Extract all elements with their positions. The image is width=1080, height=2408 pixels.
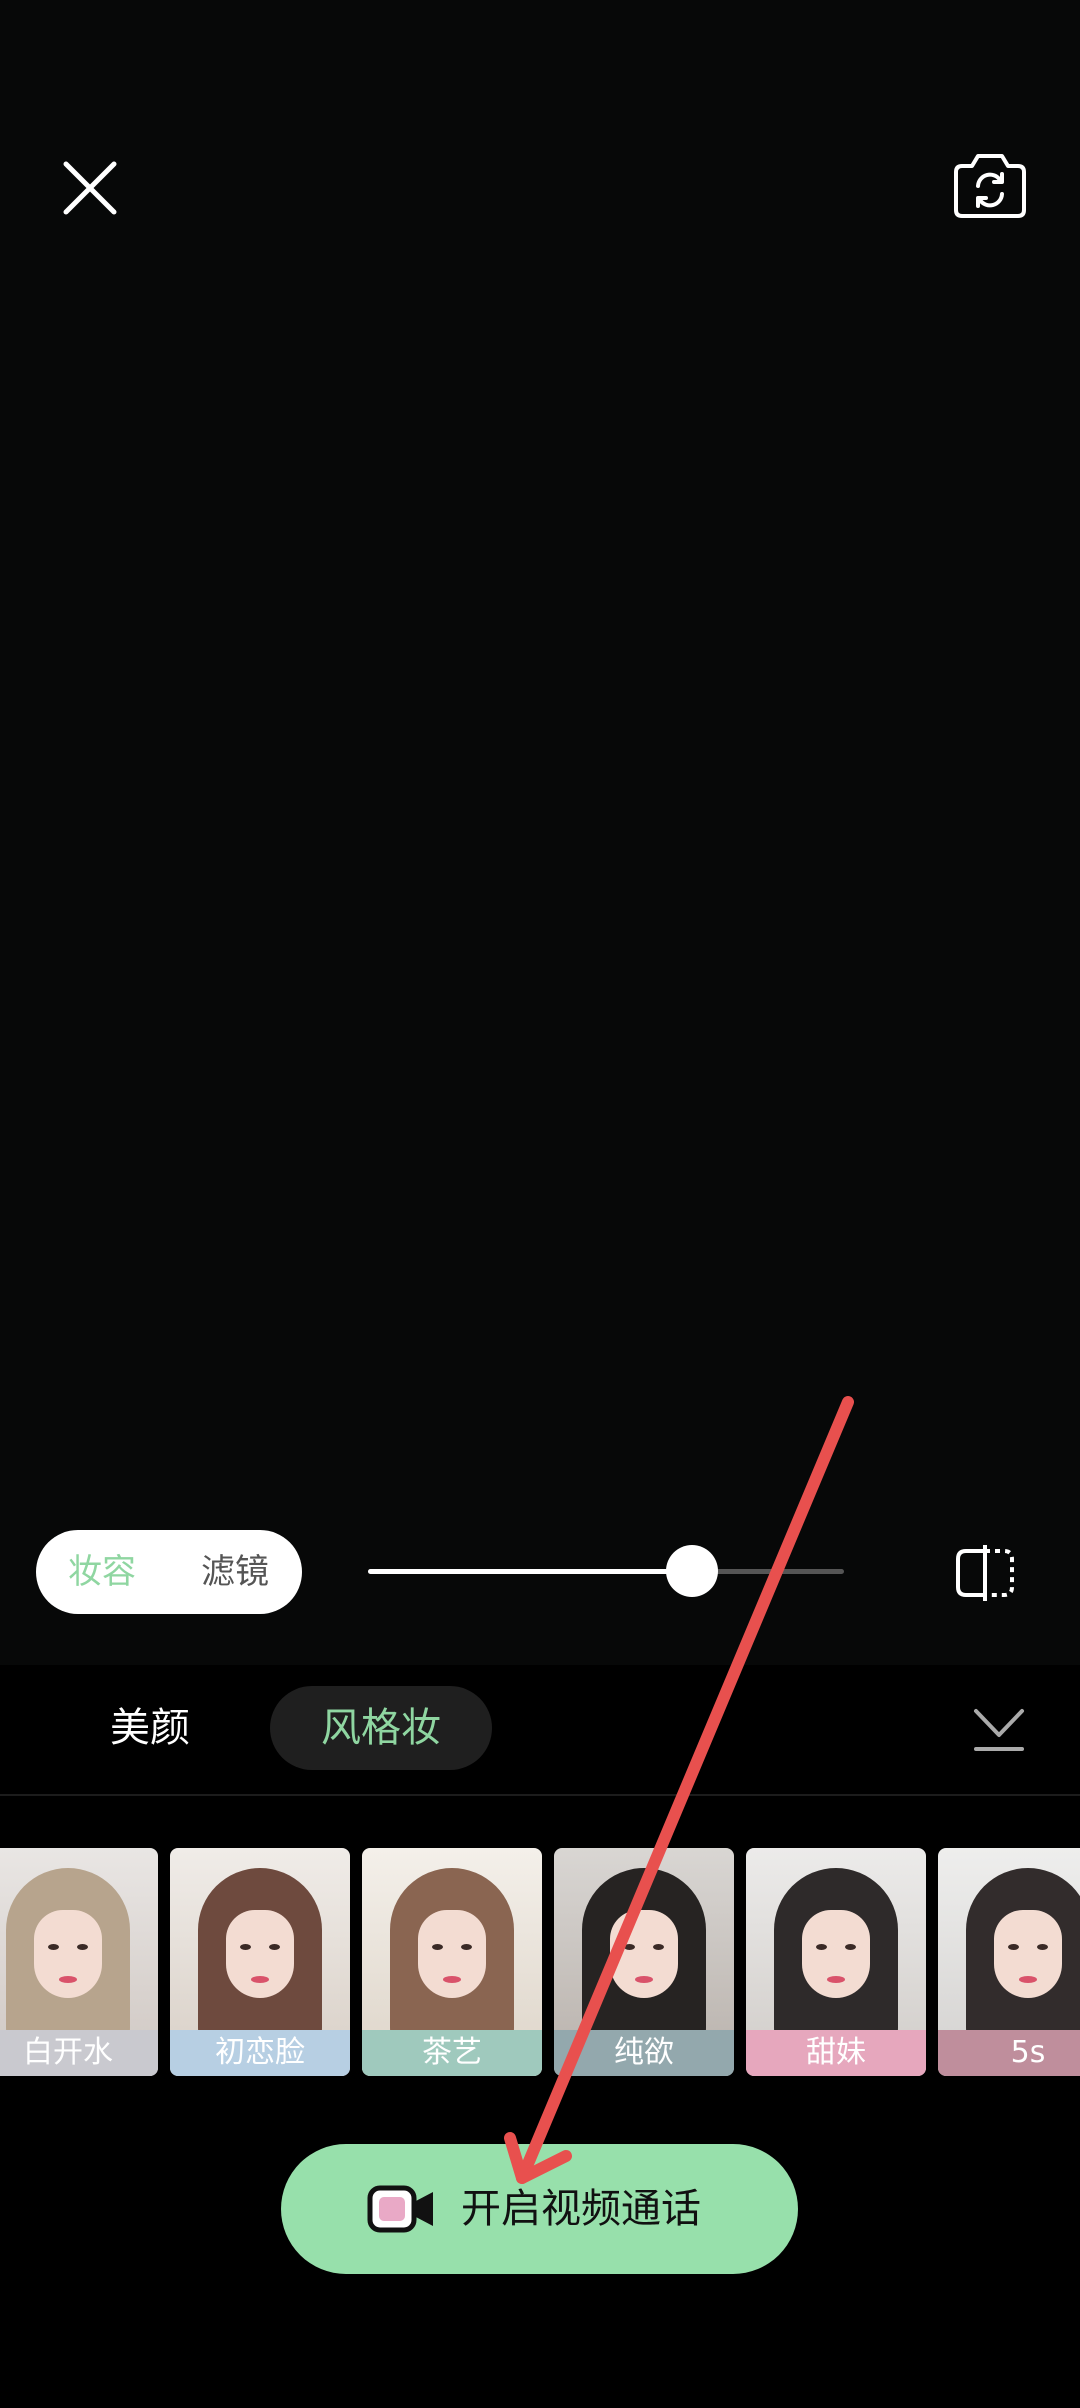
style-label: 甜妹 xyxy=(746,2030,926,2076)
start-video-call-label: 开启视频通话 xyxy=(461,2186,701,2232)
style-label: 纯欲 xyxy=(554,2030,734,2076)
style-item[interactable]: 5s xyxy=(938,1848,1080,2076)
compare-button[interactable] xyxy=(950,1545,1020,1601)
video-camera-icon xyxy=(367,2185,433,2233)
style-label: 初恋脸 xyxy=(170,2030,350,2076)
tab-beauty[interactable]: 美颜 xyxy=(90,1686,210,1770)
segment-makeup[interactable]: 妆容 xyxy=(68,1530,136,1614)
intensity-slider-fill xyxy=(368,1569,692,1574)
makeup-panel: 美颜 风格妆 白开水 初恋脸 茶艺 纯欲 甜妹 5s 开启视频通话 xyxy=(0,1665,1080,2408)
style-item[interactable]: 白开水 xyxy=(0,1848,158,2076)
style-item[interactable]: 茶艺 xyxy=(362,1848,542,2076)
style-list: 白开水 初恋脸 茶艺 纯欲 甜妹 5s xyxy=(0,1848,1080,2078)
compare-icon xyxy=(956,1545,1014,1601)
start-video-call-button[interactable]: 开启视频通话 xyxy=(281,2144,798,2274)
style-item[interactable]: 纯欲 xyxy=(554,1848,734,2076)
style-label: 5s xyxy=(938,2030,1080,2076)
collapse-panel-button[interactable] xyxy=(970,1701,1028,1755)
chevron-down-icon xyxy=(974,1709,1024,1751)
segment-filter[interactable]: 滤镜 xyxy=(201,1530,269,1614)
intensity-slider[interactable] xyxy=(368,1545,844,1597)
panel-tabs: 美颜 风格妆 xyxy=(0,1665,1080,1795)
tab-style-makeup[interactable]: 风格妆 xyxy=(270,1686,492,1770)
style-item[interactable]: 甜妹 xyxy=(746,1848,926,2076)
makeup-filter-toggle[interactable]: 妆容 滤镜 xyxy=(36,1530,302,1614)
intensity-slider-thumb[interactable] xyxy=(665,1545,718,1597)
camera-flip-icon xyxy=(954,154,1026,218)
close-button[interactable] xyxy=(58,156,122,220)
style-item[interactable]: 初恋脸 xyxy=(170,1848,350,2076)
camera-flip-button[interactable] xyxy=(950,150,1030,222)
style-label: 白开水 xyxy=(0,2030,158,2076)
style-label: 茶艺 xyxy=(362,2030,542,2076)
camera-preview: 妆容 滤镜 xyxy=(0,0,1080,1665)
close-icon xyxy=(63,161,117,215)
panel-divider xyxy=(0,1794,1080,1796)
